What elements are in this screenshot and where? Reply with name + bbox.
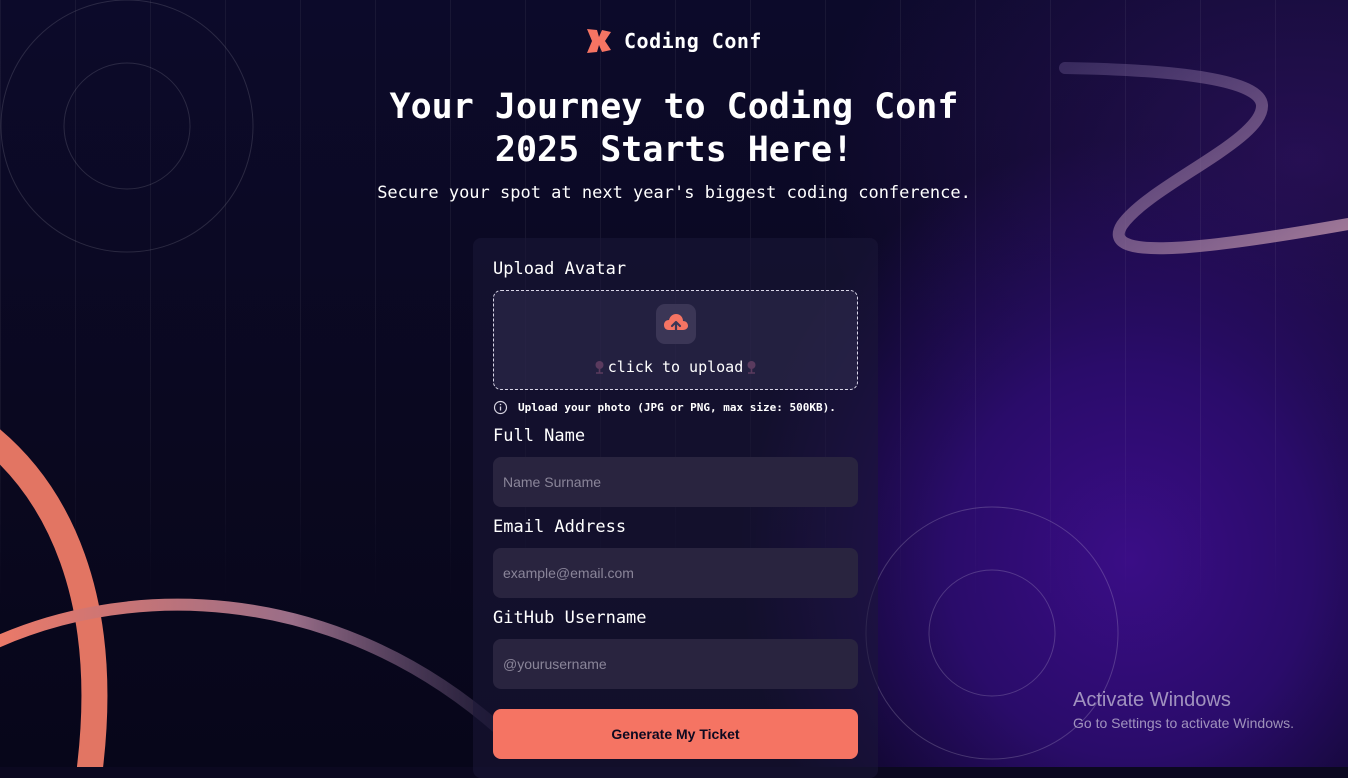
deco-circle-inner-right bbox=[928, 569, 1056, 697]
logo-icon bbox=[587, 29, 612, 53]
deco-squiggle bbox=[1059, 62, 1348, 255]
full-name-input[interactable] bbox=[493, 457, 858, 507]
deco-circle-inner bbox=[63, 62, 191, 190]
pin-icon bbox=[747, 361, 756, 374]
deco-arc-left bbox=[0, 429, 108, 767]
email-input[interactable] bbox=[493, 548, 858, 598]
windows-activation-watermark: Activate Windows Go to Settings to activ… bbox=[1073, 689, 1294, 731]
github-username-input[interactable] bbox=[493, 639, 858, 689]
info-icon bbox=[493, 400, 508, 415]
upload-hint: Upload your photo (JPG or PNG, max size:… bbox=[493, 400, 836, 415]
full-name-label: Full Name bbox=[493, 426, 586, 446]
activate-windows-title: Activate Windows bbox=[1073, 689, 1231, 711]
deco-arc-bottom bbox=[0, 598, 506, 736]
github-label: GitHub Username bbox=[493, 608, 647, 628]
upload-icon-container bbox=[656, 304, 696, 344]
generate-ticket-button[interactable]: Generate My Ticket bbox=[493, 709, 858, 759]
avatar-upload-dropzone[interactable]: click to upload bbox=[493, 290, 858, 390]
avatar-label: Upload Avatar bbox=[493, 259, 627, 279]
upload-hint-text: Upload your photo (JPG or PNG, max size:… bbox=[518, 401, 836, 414]
cloud-upload-icon bbox=[664, 314, 688, 335]
activate-windows-subtitle: Go to Settings to activate Windows. bbox=[1073, 715, 1294, 731]
email-label: Email Address bbox=[493, 517, 627, 537]
pin-icon bbox=[595, 361, 604, 374]
logo-text: Coding Conf bbox=[624, 29, 762, 53]
page-subtitle: Secure your spot at next year's biggest … bbox=[377, 183, 971, 203]
page-title: Your Journey to Coding Conf 2025 Starts … bbox=[389, 87, 959, 170]
header: Coding Conf bbox=[0, 28, 1348, 54]
upload-text: click to upload bbox=[607, 358, 744, 376]
